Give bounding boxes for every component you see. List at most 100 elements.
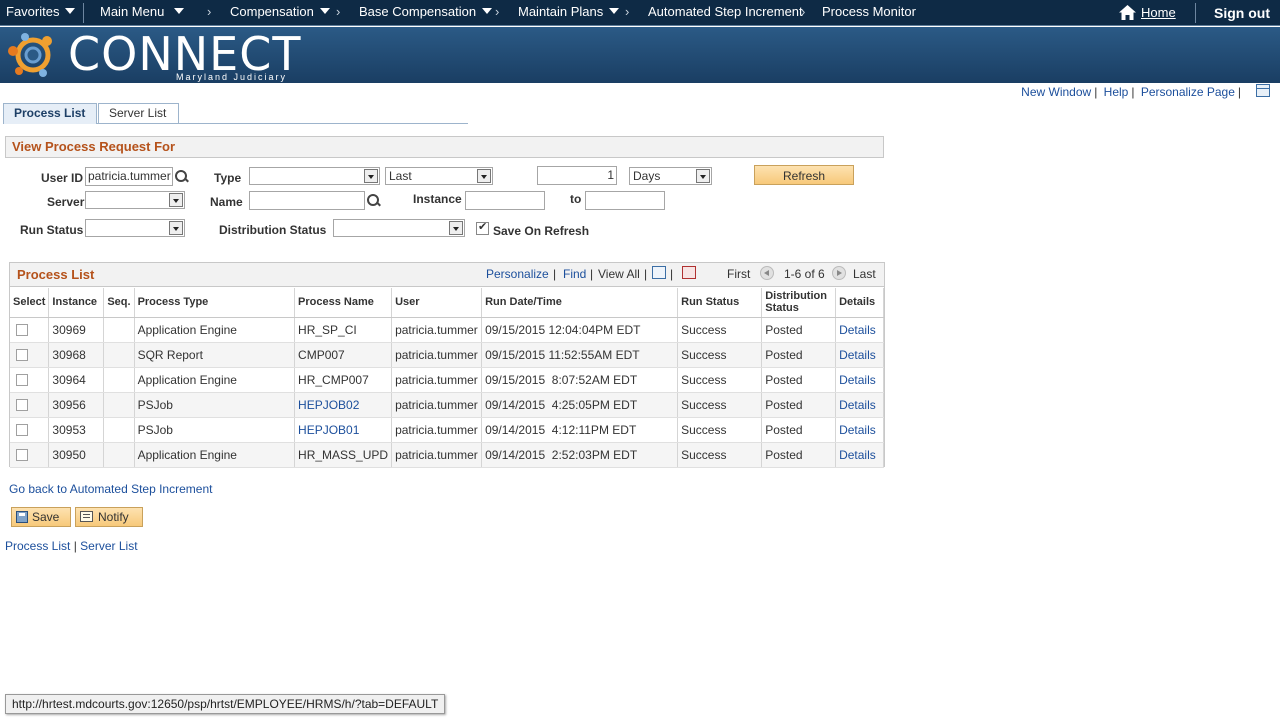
instance-cell: 30964 bbox=[48, 367, 105, 393]
save-button[interactable]: Save bbox=[11, 507, 71, 527]
instance-from-input[interactable] bbox=[465, 191, 545, 210]
breadcrumb-base-compensation[interactable]: Base Compensation bbox=[359, 4, 493, 19]
process-name-link[interactable]: HEPJOB01 bbox=[298, 423, 359, 437]
col-run-date[interactable]: Run Date/Time bbox=[481, 288, 679, 318]
chevron-right-icon: › bbox=[801, 4, 806, 19]
view-all-link[interactable]: View All bbox=[598, 267, 640, 281]
view-process-request-header: View Process Request For bbox=[5, 136, 884, 158]
select-checkbox[interactable] bbox=[16, 374, 28, 387]
table-row: 30964 Application Engine HR_CMP007 patri… bbox=[10, 367, 884, 393]
details-link[interactable]: Details bbox=[839, 323, 876, 337]
breadcrumb-maintain-plans[interactable]: Maintain Plans bbox=[518, 4, 620, 19]
help-link[interactable]: Help bbox=[1104, 85, 1129, 99]
run-status-cell: Success bbox=[677, 342, 763, 368]
select-checkbox[interactable] bbox=[16, 424, 28, 437]
details-link[interactable]: Details bbox=[839, 448, 876, 462]
select-checkbox[interactable] bbox=[16, 349, 28, 362]
name-input[interactable] bbox=[249, 191, 365, 210]
search-icon[interactable] bbox=[175, 170, 189, 184]
footer-server-list-link[interactable]: Server List bbox=[80, 539, 137, 553]
process-type-cell: Application Engine bbox=[134, 367, 296, 393]
days-unit-value: Days bbox=[633, 169, 661, 183]
footer-process-list-link[interactable]: Process List bbox=[5, 539, 70, 553]
dropdown-arrow-icon bbox=[169, 193, 183, 207]
days-count-input[interactable]: 1 bbox=[537, 166, 617, 185]
status-bar-url: http://hrtest.mdcourts.gov:12650/psp/hrt… bbox=[5, 694, 446, 714]
main-menu[interactable]: Main Menu bbox=[100, 4, 185, 19]
tab-server-list[interactable]: Server List bbox=[98, 103, 179, 124]
name-label: Name bbox=[210, 195, 243, 209]
connect-logo-icon bbox=[8, 33, 52, 77]
seq-cell bbox=[103, 342, 135, 368]
user-id-input[interactable]: patricia.tummer bbox=[85, 167, 173, 186]
footer-links: Process List | Server List bbox=[5, 539, 138, 553]
col-user[interactable]: User bbox=[391, 288, 483, 318]
breadcrumb-automated-step-increment[interactable]: Automated Step Increment bbox=[648, 4, 803, 19]
server-select[interactable] bbox=[85, 191, 185, 209]
find-link[interactable]: Find bbox=[563, 267, 586, 281]
col-run-status[interactable]: Run Status bbox=[677, 288, 763, 318]
col-process-name[interactable]: Process Name bbox=[294, 288, 393, 318]
new-window-link[interactable]: New Window bbox=[1021, 85, 1091, 99]
dropdown-arrow-icon bbox=[169, 221, 183, 235]
process-name-link[interactable]: HEPJOB02 bbox=[298, 398, 359, 412]
link-separator: | bbox=[1131, 85, 1135, 99]
col-seq[interactable]: Seq. bbox=[103, 288, 135, 318]
favorites-label: Favorites bbox=[6, 4, 60, 19]
last-select[interactable]: Last bbox=[385, 167, 493, 185]
distribution-status-label: Distribution Status bbox=[219, 223, 327, 237]
server-label: Server bbox=[47, 195, 85, 209]
save-on-refresh-checkbox[interactable] bbox=[476, 220, 489, 235]
select-checkbox[interactable] bbox=[16, 399, 28, 412]
run-status-select[interactable] bbox=[85, 219, 185, 237]
col-instance[interactable]: Instance bbox=[48, 288, 105, 318]
distribution-status-cell: Posted bbox=[761, 392, 837, 418]
run-date-cell: 09/14/2015 4:25:05PM EDT bbox=[481, 392, 679, 418]
new-window-icon[interactable] bbox=[652, 266, 666, 279]
page-layout-icon[interactable] bbox=[1256, 84, 1270, 97]
type-select[interactable] bbox=[249, 167, 380, 185]
breadcrumb-compensation[interactable]: Compensation bbox=[230, 4, 330, 19]
details-cell: Details bbox=[835, 392, 884, 418]
previous-icon[interactable] bbox=[760, 266, 774, 280]
home-icon[interactable] bbox=[1119, 5, 1136, 23]
instance-to-input[interactable] bbox=[585, 191, 665, 210]
select-cell bbox=[10, 392, 50, 418]
col-process-type[interactable]: Process Type bbox=[134, 288, 296, 318]
select-checkbox[interactable] bbox=[16, 449, 28, 462]
breadcrumb-label: Maintain Plans bbox=[518, 4, 604, 19]
personalize-page-link[interactable]: Personalize Page bbox=[1141, 85, 1235, 99]
seq-cell bbox=[103, 417, 135, 443]
process-name-cell: HR_SP_CI bbox=[294, 317, 393, 343]
search-icon[interactable] bbox=[367, 194, 381, 208]
chevron-down-icon bbox=[174, 8, 185, 14]
process-name-cell: HEPJOB01 bbox=[294, 417, 393, 443]
distribution-status-select[interactable] bbox=[333, 219, 465, 237]
select-checkbox[interactable] bbox=[16, 324, 28, 337]
favorites-menu[interactable]: Favorites bbox=[6, 4, 76, 19]
banner: CONNECT Maryland Judiciary bbox=[0, 27, 1280, 83]
details-link[interactable]: Details bbox=[839, 423, 876, 437]
sign-out-link[interactable]: Sign out bbox=[1214, 5, 1270, 21]
dropdown-arrow-icon bbox=[364, 169, 378, 183]
next-icon[interactable] bbox=[832, 266, 846, 280]
download-spreadsheet-icon[interactable] bbox=[682, 266, 696, 279]
select-cell bbox=[10, 442, 50, 468]
notify-button[interactable]: Notify bbox=[75, 507, 143, 527]
go-back-link[interactable]: Go back to Automated Step Increment bbox=[9, 482, 212, 496]
process-type-cell: PSJob bbox=[134, 417, 296, 443]
instance-cell: 30968 bbox=[48, 342, 105, 368]
personalize-link[interactable]: Personalize bbox=[486, 267, 549, 281]
table-header-row: Select Instance Seq. Process Type Proces… bbox=[10, 288, 884, 318]
refresh-button[interactable]: Refresh bbox=[754, 165, 854, 185]
col-distribution-status[interactable]: Distribution Status bbox=[761, 288, 837, 318]
details-link[interactable]: Details bbox=[839, 373, 876, 387]
tab-process-list[interactable]: Process List bbox=[3, 103, 97, 124]
home-link[interactable]: Home bbox=[1141, 5, 1176, 20]
details-cell: Details bbox=[835, 417, 884, 443]
details-link[interactable]: Details bbox=[839, 348, 876, 362]
details-link[interactable]: Details bbox=[839, 398, 876, 412]
breadcrumb-process-monitor[interactable]: Process Monitor bbox=[822, 4, 916, 19]
select-cell bbox=[10, 317, 50, 343]
days-unit-select[interactable]: Days bbox=[629, 167, 712, 185]
